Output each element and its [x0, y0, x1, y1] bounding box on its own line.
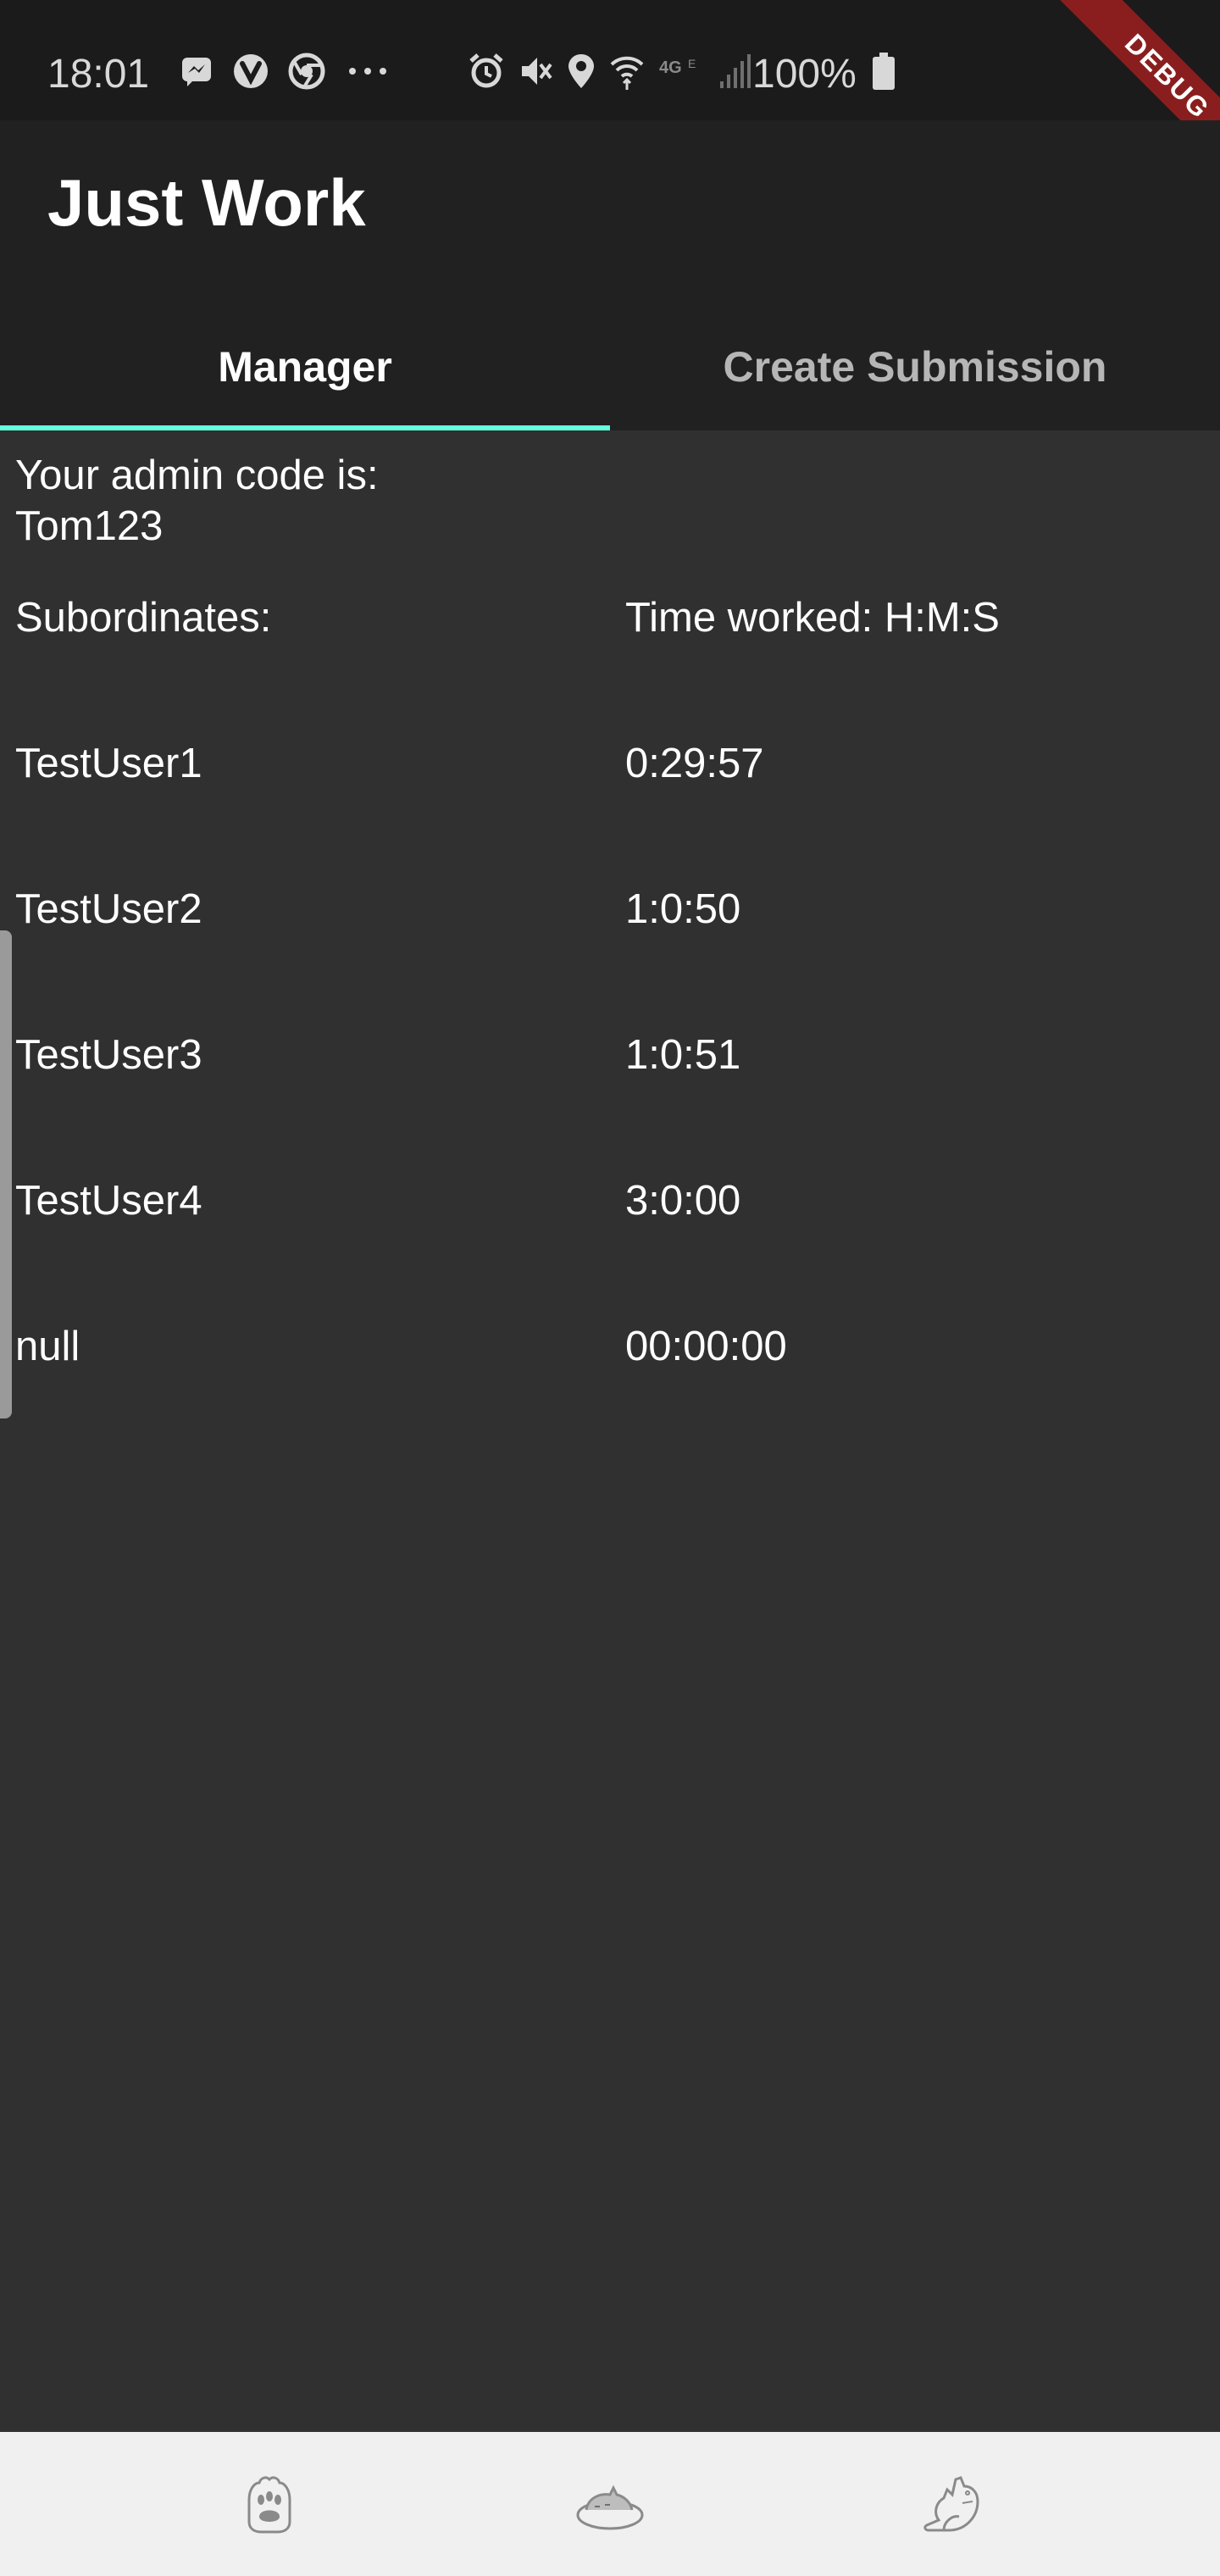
battery-percent: 100% — [752, 52, 857, 97]
subordinate-name: TestUser3 — [15, 1032, 202, 1078]
svg-text:4G: 4G — [659, 58, 682, 77]
status-bar: 18:01 4G E 100% — [0, 0, 1220, 120]
admin-code-value: Tom123 — [15, 503, 164, 549]
time-worked: 3:0:00 — [625, 1178, 741, 1224]
tab-indicator — [0, 425, 610, 430]
tab-manager-label: Manager — [218, 343, 392, 391]
sleeping-cat-icon — [576, 2484, 644, 2530]
column-header-time-worked: Time worked: H:M:S — [625, 595, 1000, 641]
nav-cat-button[interactable] — [910, 2462, 995, 2547]
vibrate-icon — [522, 58, 552, 85]
tab-create-submission[interactable]: Create Submission — [610, 303, 1220, 430]
nav-paw-button[interactable] — [227, 2462, 312, 2547]
subordinate-name: null — [15, 1324, 80, 1369]
messenger-icon — [182, 58, 211, 86]
svg-text:E: E — [688, 57, 696, 70]
admin-code-label: Your admin code is: — [15, 452, 379, 498]
time-worked: 00:00:00 — [625, 1324, 787, 1369]
time-worked: 0:29:57 — [625, 741, 764, 786]
paw-icon — [247, 2476, 291, 2534]
signal-icon — [720, 54, 751, 88]
wifi-icon — [610, 56, 644, 90]
bottom-navigation — [0, 2432, 1220, 2576]
system-icons: 4G E — [468, 53, 752, 90]
chrome-icon — [288, 53, 325, 90]
vivaldi-icon — [234, 54, 268, 88]
time-worked: 1:0:51 — [625, 1032, 741, 1078]
status-time: 18:01 — [47, 52, 150, 97]
nav-sleeping-cat-button[interactable] — [568, 2462, 652, 2547]
time-worked: 1:0:50 — [625, 886, 741, 932]
alarm-icon — [469, 53, 503, 88]
tab-manager[interactable]: Manager — [0, 303, 610, 430]
app-bar: Just Work Manager Create Submission — [0, 120, 1220, 430]
more-dots-icon — [349, 68, 386, 75]
cat-icon — [923, 2476, 979, 2532]
app-title: Just Work — [47, 165, 366, 240]
subordinate-name: TestUser2 — [15, 886, 202, 932]
edge-panel-handle[interactable] — [0, 930, 12, 1418]
tab-bar: Manager Create Submission — [0, 303, 1220, 430]
battery-icon — [873, 53, 895, 90]
subordinate-name: TestUser4 — [15, 1178, 202, 1224]
network-4g-icon: 4G E — [659, 57, 696, 77]
column-header-subordinates: Subordinates: — [15, 595, 272, 641]
notification-icons — [180, 53, 391, 90]
tab-create-submission-label: Create Submission — [723, 343, 1107, 391]
location-icon — [568, 54, 594, 88]
subordinate-name: TestUser1 — [15, 741, 202, 786]
